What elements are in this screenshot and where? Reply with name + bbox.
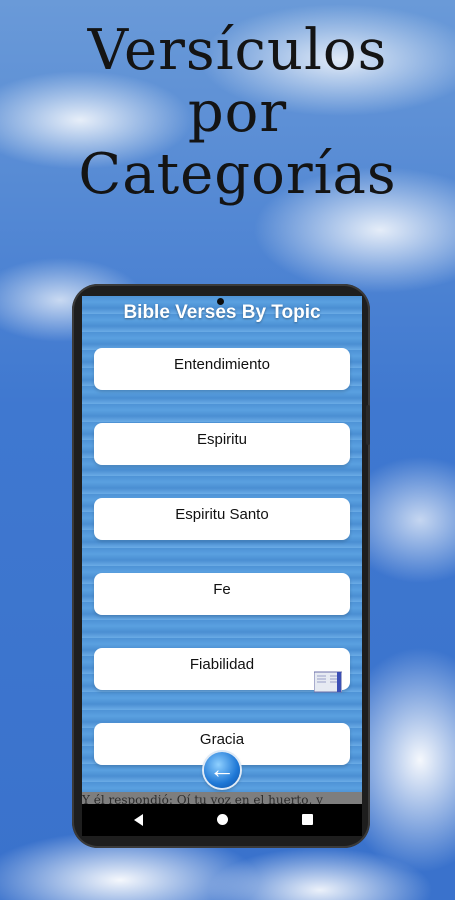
topic-button-espiritu[interactable]: Espiritu (94, 423, 350, 465)
headline-line-2: por (187, 80, 288, 145)
back-arrow-icon[interactable]: ← (204, 752, 240, 788)
app-title: Bible Verses By Topic (123, 302, 321, 323)
topic-button-fe[interactable]: Fe (94, 573, 350, 615)
topic-button-fiabilidad[interactable]: Fiabilidad (94, 648, 350, 690)
app-screen: Bible Verses By Topic Entendimiento Espi… (82, 296, 362, 836)
phone-side-button (366, 405, 370, 445)
topic-button-entendimiento[interactable]: Entendimiento (94, 348, 350, 390)
android-nav-bar (82, 804, 362, 836)
topic-button-espiritu-santo[interactable]: Espiritu Santo (94, 498, 350, 540)
nav-back-icon[interactable] (134, 814, 143, 826)
nav-home-icon[interactable] (217, 814, 228, 825)
nav-recents-icon[interactable] (302, 814, 313, 825)
book-icon[interactable] (314, 670, 342, 694)
headline-line-1: Versículos (87, 18, 388, 83)
promo-headline: Versículos por Categorías (40, 20, 435, 206)
front-camera (217, 298, 224, 305)
headline-line-3: Categorías (78, 142, 397, 207)
